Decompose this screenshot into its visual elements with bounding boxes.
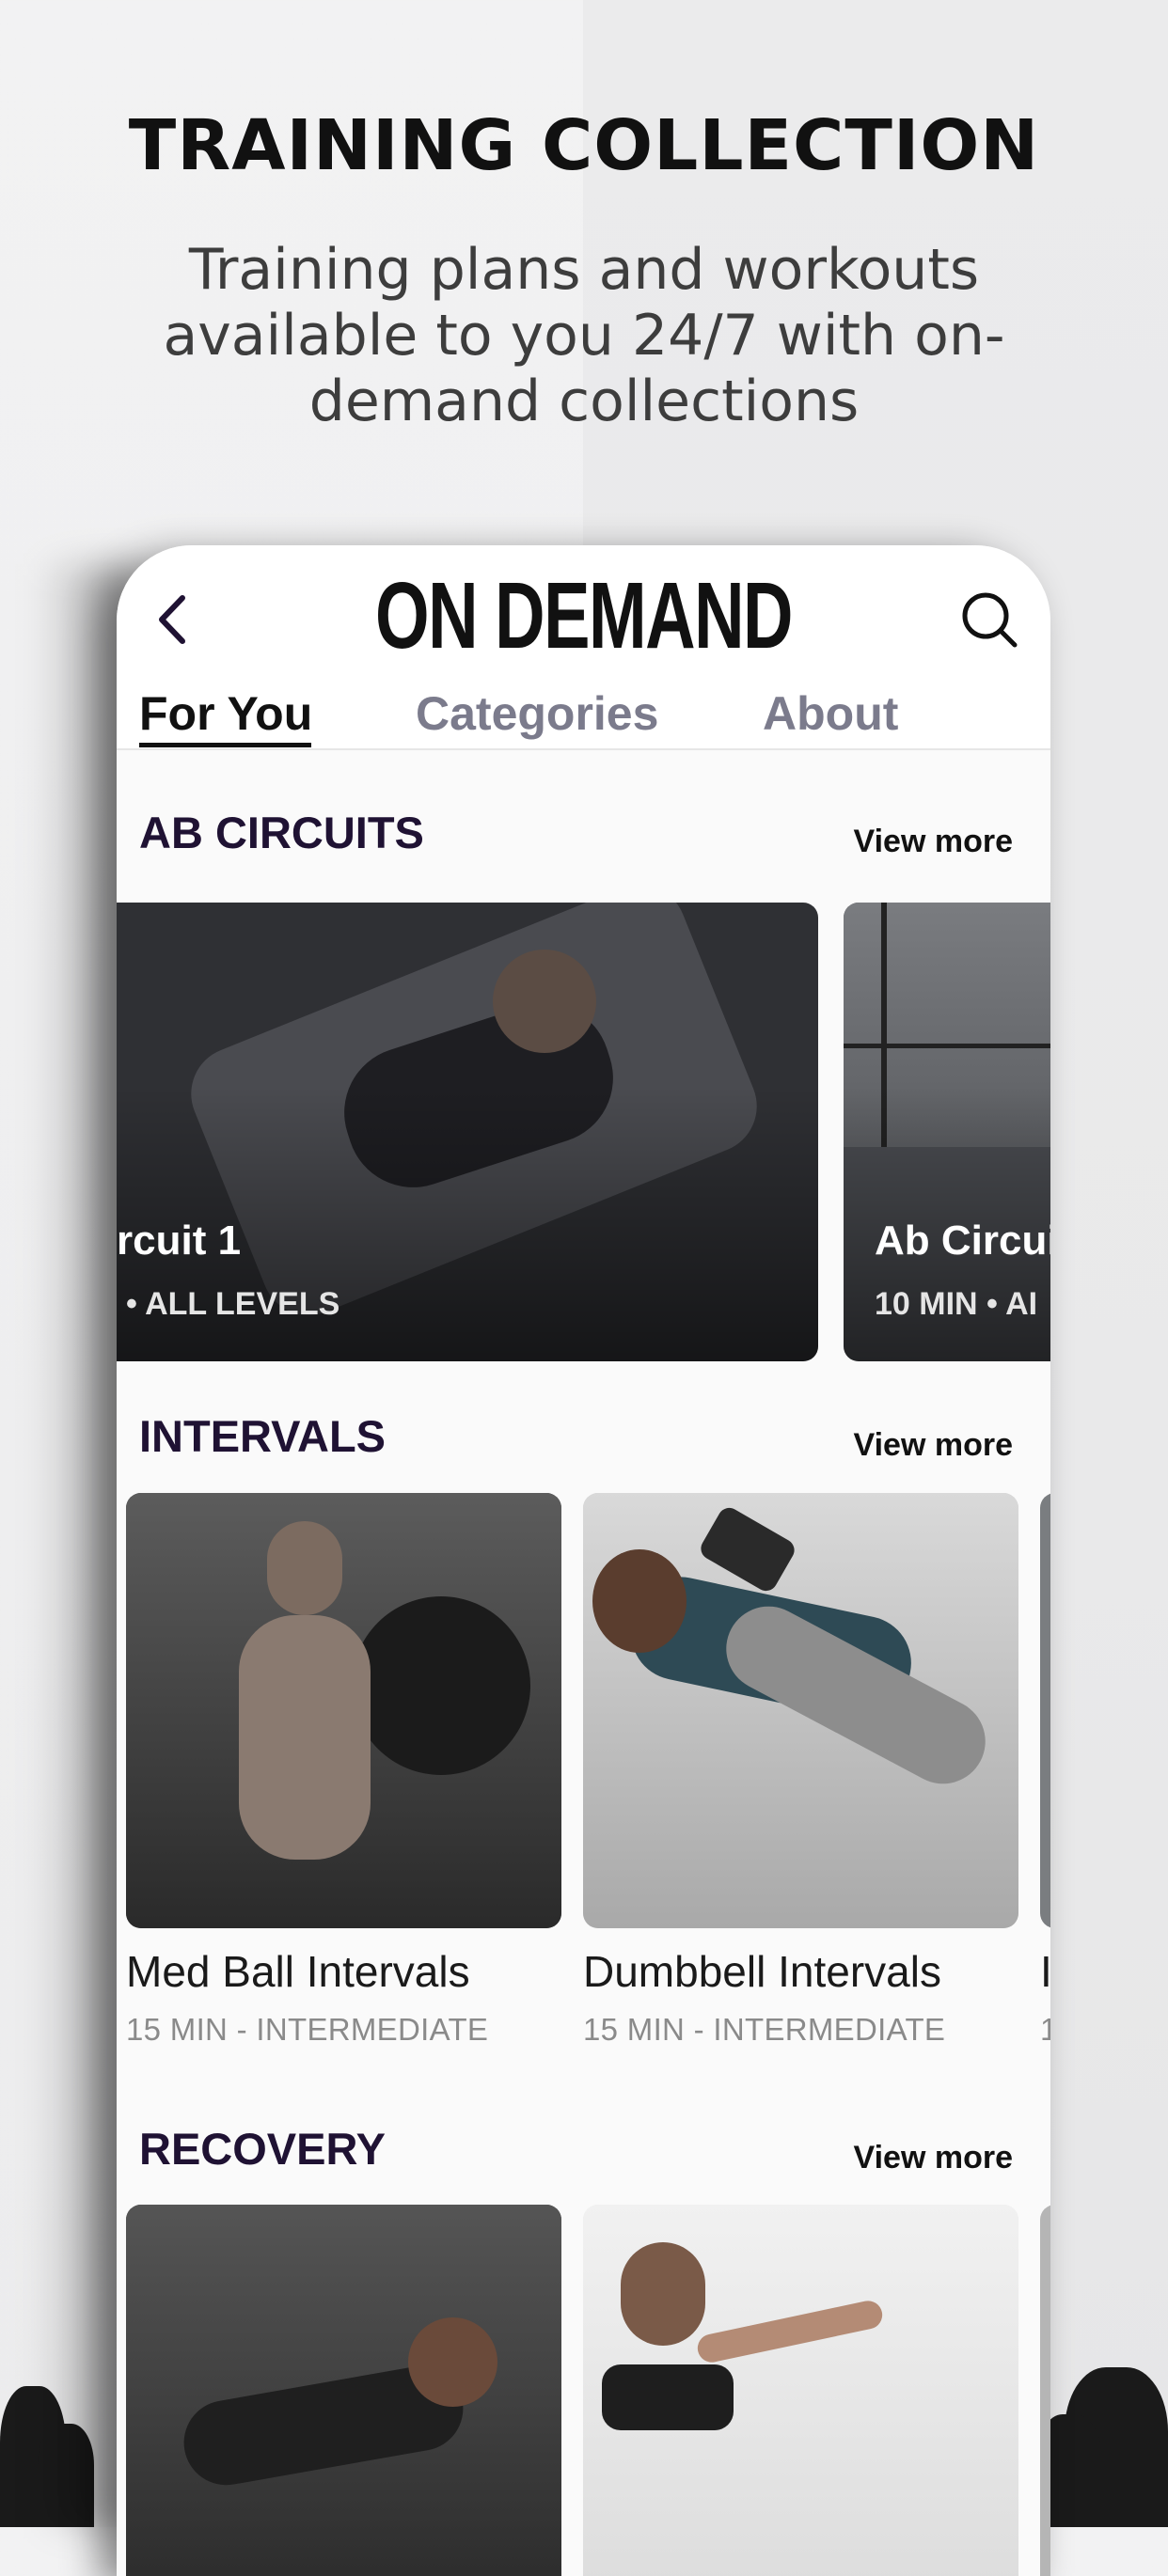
app-header: ON DEMAND — [117, 545, 1050, 686]
active-tab-indicator — [139, 743, 311, 747]
tab-bar: For You Categories About — [117, 686, 1050, 750]
athlete-head — [621, 2242, 705, 2346]
workout-title[interactable]: Dumbbell Intervals — [583, 1946, 941, 1997]
workout-meta: 1 — [1040, 2012, 1050, 2047]
workout-thumbnail[interactable] — [1040, 2205, 1050, 2576]
workout-meta: 15 MIN - INTERMEDIATE — [583, 2012, 946, 2047]
workout-thumbnail[interactable] — [126, 2205, 561, 2576]
chevron-left-icon[interactable] — [145, 587, 201, 652]
medicine-ball — [352, 1596, 530, 1775]
section-title-recovery: RECOVERY — [139, 2124, 387, 2174]
athlete-head — [267, 1521, 342, 1615]
page-title: ON DEMAND — [374, 563, 793, 668]
workout-meta: 15 MIN - INTERMEDIATE — [126, 2012, 489, 2047]
athlete-head — [408, 2317, 497, 2407]
section-title-intervals: INTERVALS — [139, 1411, 387, 1461]
tab-categories[interactable]: Categories — [416, 686, 658, 741]
athlete-silhouette — [239, 1615, 371, 1860]
card-meta: • ALL LEVELS — [126, 1286, 340, 1322]
card-title: Ab Circui — [875, 1217, 1050, 1264]
card-meta: 10 MIN • AI — [875, 1286, 1038, 1322]
search-icon[interactable] — [953, 583, 1028, 658]
tab-about[interactable]: About — [763, 686, 898, 741]
section-title-ab-circuits: AB CIRCUITS — [139, 808, 424, 857]
workout-thumbnail[interactable] — [126, 1493, 561, 1928]
athlete-head — [493, 950, 596, 1053]
workout-title[interactable]: Med Ball Intervals — [126, 1946, 470, 1997]
promo-headline: TRAINING COLLECTION — [128, 105, 1040, 186]
tab-for-you[interactable]: For You — [139, 686, 312, 741]
athlete-silhouette — [602, 2364, 734, 2430]
workout-thumbnail[interactable] — [1040, 1493, 1050, 1928]
promo-subhead: Training plans and workouts available to… — [163, 237, 1005, 434]
workout-card[interactable]: Ab Circui 10 MIN • AI — [844, 903, 1050, 1361]
view-more-intervals[interactable]: View more — [854, 1427, 1013, 1464]
workout-card[interactable]: rcuit 1 • ALL LEVELS — [117, 903, 818, 1361]
athlete-head — [592, 1549, 687, 1653]
phone-screen: ON DEMAND For You Categories About AB CI… — [117, 545, 1050, 2576]
workout-title[interactable]: I — [1040, 1946, 1050, 1997]
view-more-ab-circuits[interactable]: View more — [854, 824, 1013, 860]
view-more-recovery[interactable]: View more — [854, 2140, 1013, 2176]
workout-thumbnail[interactable] — [583, 1493, 1018, 1928]
workout-thumbnail[interactable] — [583, 2205, 1018, 2576]
card-title: rcuit 1 — [117, 1217, 242, 1264]
